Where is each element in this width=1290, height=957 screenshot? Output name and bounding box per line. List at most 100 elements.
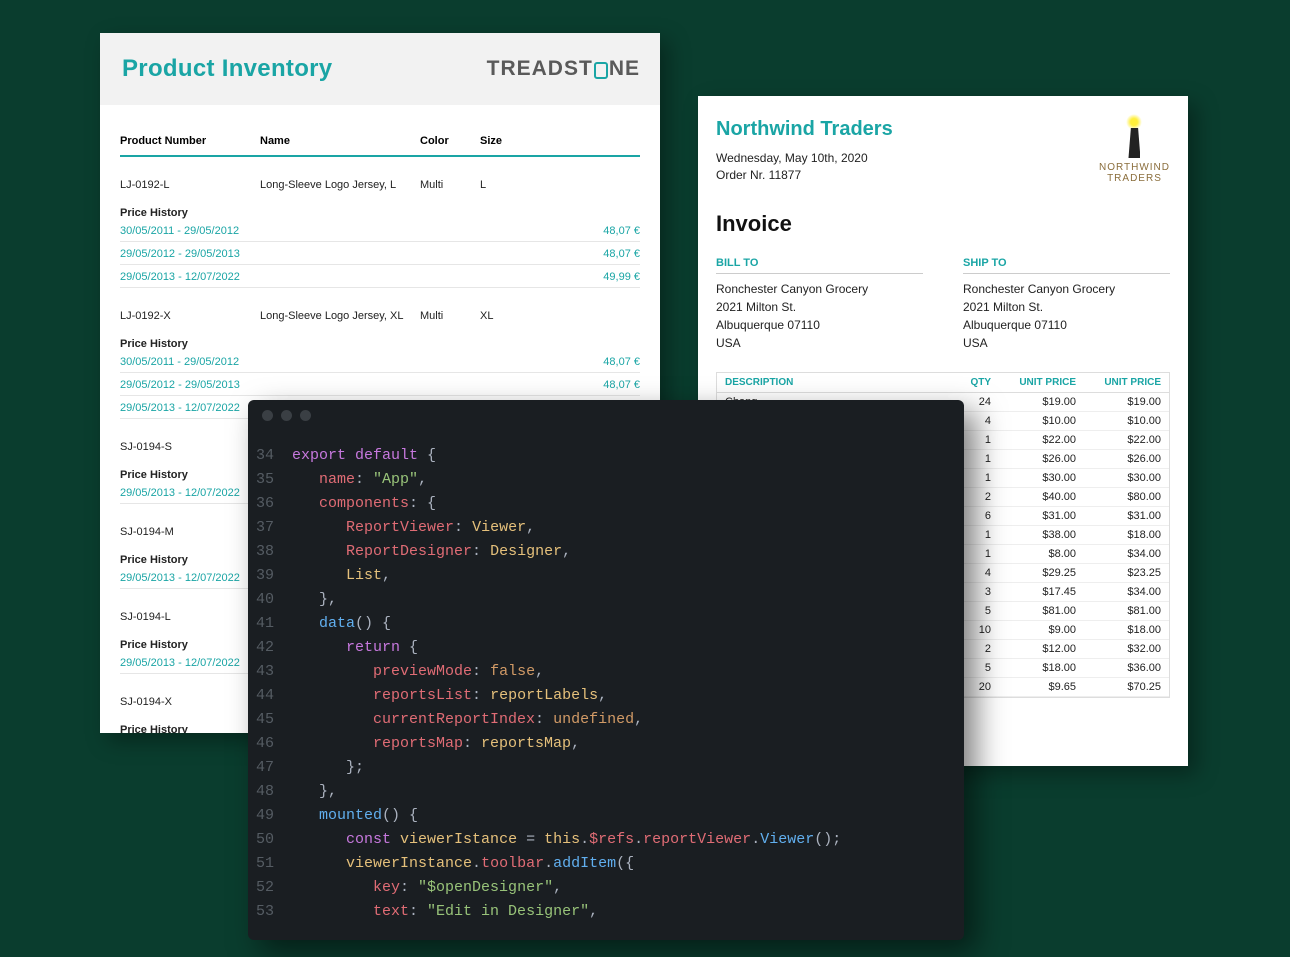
bill-to-block: BILL TO Ronchester Canyon Grocery 2021 M… [716,257,923,352]
code-line: 36 components: { [248,492,964,516]
inventory-title: Product Inventory [122,55,332,83]
line-number: 35 [248,468,292,492]
product-block: LJ-0192-LLong-Sleeve Logo Jersey, LMulti… [120,157,640,288]
code-line: 44 reportsList: reportLabels, [248,684,964,708]
product-number: LJ-0192-L [120,179,260,191]
price-history-price: 48,07 € [480,379,640,391]
invoice-title: Invoice [716,211,1170,237]
item-unit-price: $22.00 [991,434,1076,446]
col-qty: QTY [941,377,991,388]
product-number: SJ-0194-X [120,696,260,708]
col-name: Name [260,135,420,147]
line-number: 42 [248,636,292,660]
brand-o-icon [594,62,608,79]
item-unit-price-2: $31.00 [1076,510,1161,522]
code-line: 43 previewMode: false, [248,660,964,684]
window-dot-icon [300,410,311,421]
item-unit-price-2: $81.00 [1076,605,1161,617]
code-line: 35 name: "App", [248,468,964,492]
item-unit-price: $40.00 [991,491,1076,503]
product-number: SJ-0194-M [120,526,260,538]
northwind-logo: NORTHWIND TRADERS [1099,118,1170,184]
bill-to-label: BILL TO [716,257,923,274]
item-unit-price: $12.00 [991,643,1076,655]
ship-to-block: SHIP TO Ronchester Canyon Grocery 2021 M… [963,257,1170,352]
line-number: 34 [248,444,292,468]
line-number: 53 [248,900,292,924]
line-number: 52 [248,876,292,900]
item-unit-price-2: $70.25 [1076,681,1161,693]
ship-to-label: SHIP TO [963,257,1170,274]
price-history-price: 48,07 € [480,225,640,237]
price-history-price: 48,07 € [480,248,640,260]
product-name: Long-Sleeve Logo Jersey, L [260,179,420,191]
code-titlebar [248,400,964,430]
price-history-row: 29/05/2013 - 12/07/202249,99 € [120,271,640,288]
col-unit-price: UNIT PRICE [991,377,1076,388]
item-unit-price-2: $30.00 [1076,472,1161,484]
line-number: 37 [248,516,292,540]
price-history-date: 29/05/2012 - 29/05/2013 [120,379,480,391]
code-body: 34export default {35 name: "App",36 comp… [248,430,964,924]
item-unit-price-2: $34.00 [1076,586,1161,598]
product-size: XL [480,310,560,322]
line-number: 41 [248,612,292,636]
code-line: 47 }; [248,756,964,780]
line-number: 45 [248,708,292,732]
price-history-label: Price History [120,207,640,219]
price-history-row: 30/05/2011 - 29/05/201248,07 € [120,225,640,242]
product-number: SJ-0194-S [120,441,260,453]
col-product-number: Product Number [120,135,260,147]
code-line: 50 const viewerIstance = this.$refs.repo… [248,828,964,852]
price-history-row: 30/05/2011 - 29/05/201248,07 € [120,356,640,373]
item-unit-price-2: $26.00 [1076,453,1161,465]
col-color: Color [420,135,480,147]
item-unit-price-2: $23.25 [1076,567,1161,579]
code-line: 53 text: "Edit in Designer", [248,900,964,924]
code-line: 37 ReportViewer: Viewer, [248,516,964,540]
price-history-row: 29/05/2012 - 29/05/201348,07 € [120,379,640,396]
col-description: DESCRIPTION [725,377,941,388]
code-line: 46 reportsMap: reportsMap, [248,732,964,756]
product-color: Multi [420,179,480,191]
line-number: 44 [248,684,292,708]
price-history-date: 29/05/2013 - 12/07/2022 [120,271,480,283]
code-editor: 34export default {35 name: "App",36 comp… [248,400,964,940]
line-number: 39 [248,564,292,588]
line-number: 43 [248,660,292,684]
item-unit-price: $31.00 [991,510,1076,522]
code-line: 40 }, [248,588,964,612]
product-number: LJ-0192-X [120,310,260,322]
product-name: Long-Sleeve Logo Jersey, XL [260,310,420,322]
code-line: 34export default { [248,444,964,468]
line-number: 47 [248,756,292,780]
product-size: L [480,179,560,191]
product-row: LJ-0192-XLong-Sleeve Logo Jersey, XLMult… [120,310,640,322]
item-unit-price-2: $18.00 [1076,624,1161,636]
price-history-date: 30/05/2011 - 29/05/2012 [120,356,480,368]
product-row: LJ-0192-LLong-Sleeve Logo Jersey, LMulti… [120,179,640,191]
price-history-price: 49,99 € [480,271,640,283]
item-unit-price-2: $36.00 [1076,662,1161,674]
line-number: 40 [248,588,292,612]
code-line: 52 key: "$openDesigner", [248,876,964,900]
item-unit-price-2: $19.00 [1076,396,1161,408]
col-unit-price-2: UNIT PRICE [1076,377,1161,388]
invoice-order: Order Nr. 11877 [716,168,893,182]
price-history-price: 48,07 € [480,356,640,368]
line-number: 49 [248,804,292,828]
line-number: 50 [248,828,292,852]
price-history-label: Price History [120,338,640,350]
item-unit-price: $18.00 [991,662,1076,674]
line-number: 38 [248,540,292,564]
item-unit-price-2: $18.00 [1076,529,1161,541]
product-color: Multi [420,310,480,322]
line-number: 46 [248,732,292,756]
item-unit-price-2: $34.00 [1076,548,1161,560]
code-line: 42 return { [248,636,964,660]
window-dot-icon [281,410,292,421]
price-history-date: 30/05/2011 - 29/05/2012 [120,225,480,237]
item-unit-price: $29.25 [991,567,1076,579]
item-unit-price-2: $22.00 [1076,434,1161,446]
col-size: Size [480,135,560,147]
